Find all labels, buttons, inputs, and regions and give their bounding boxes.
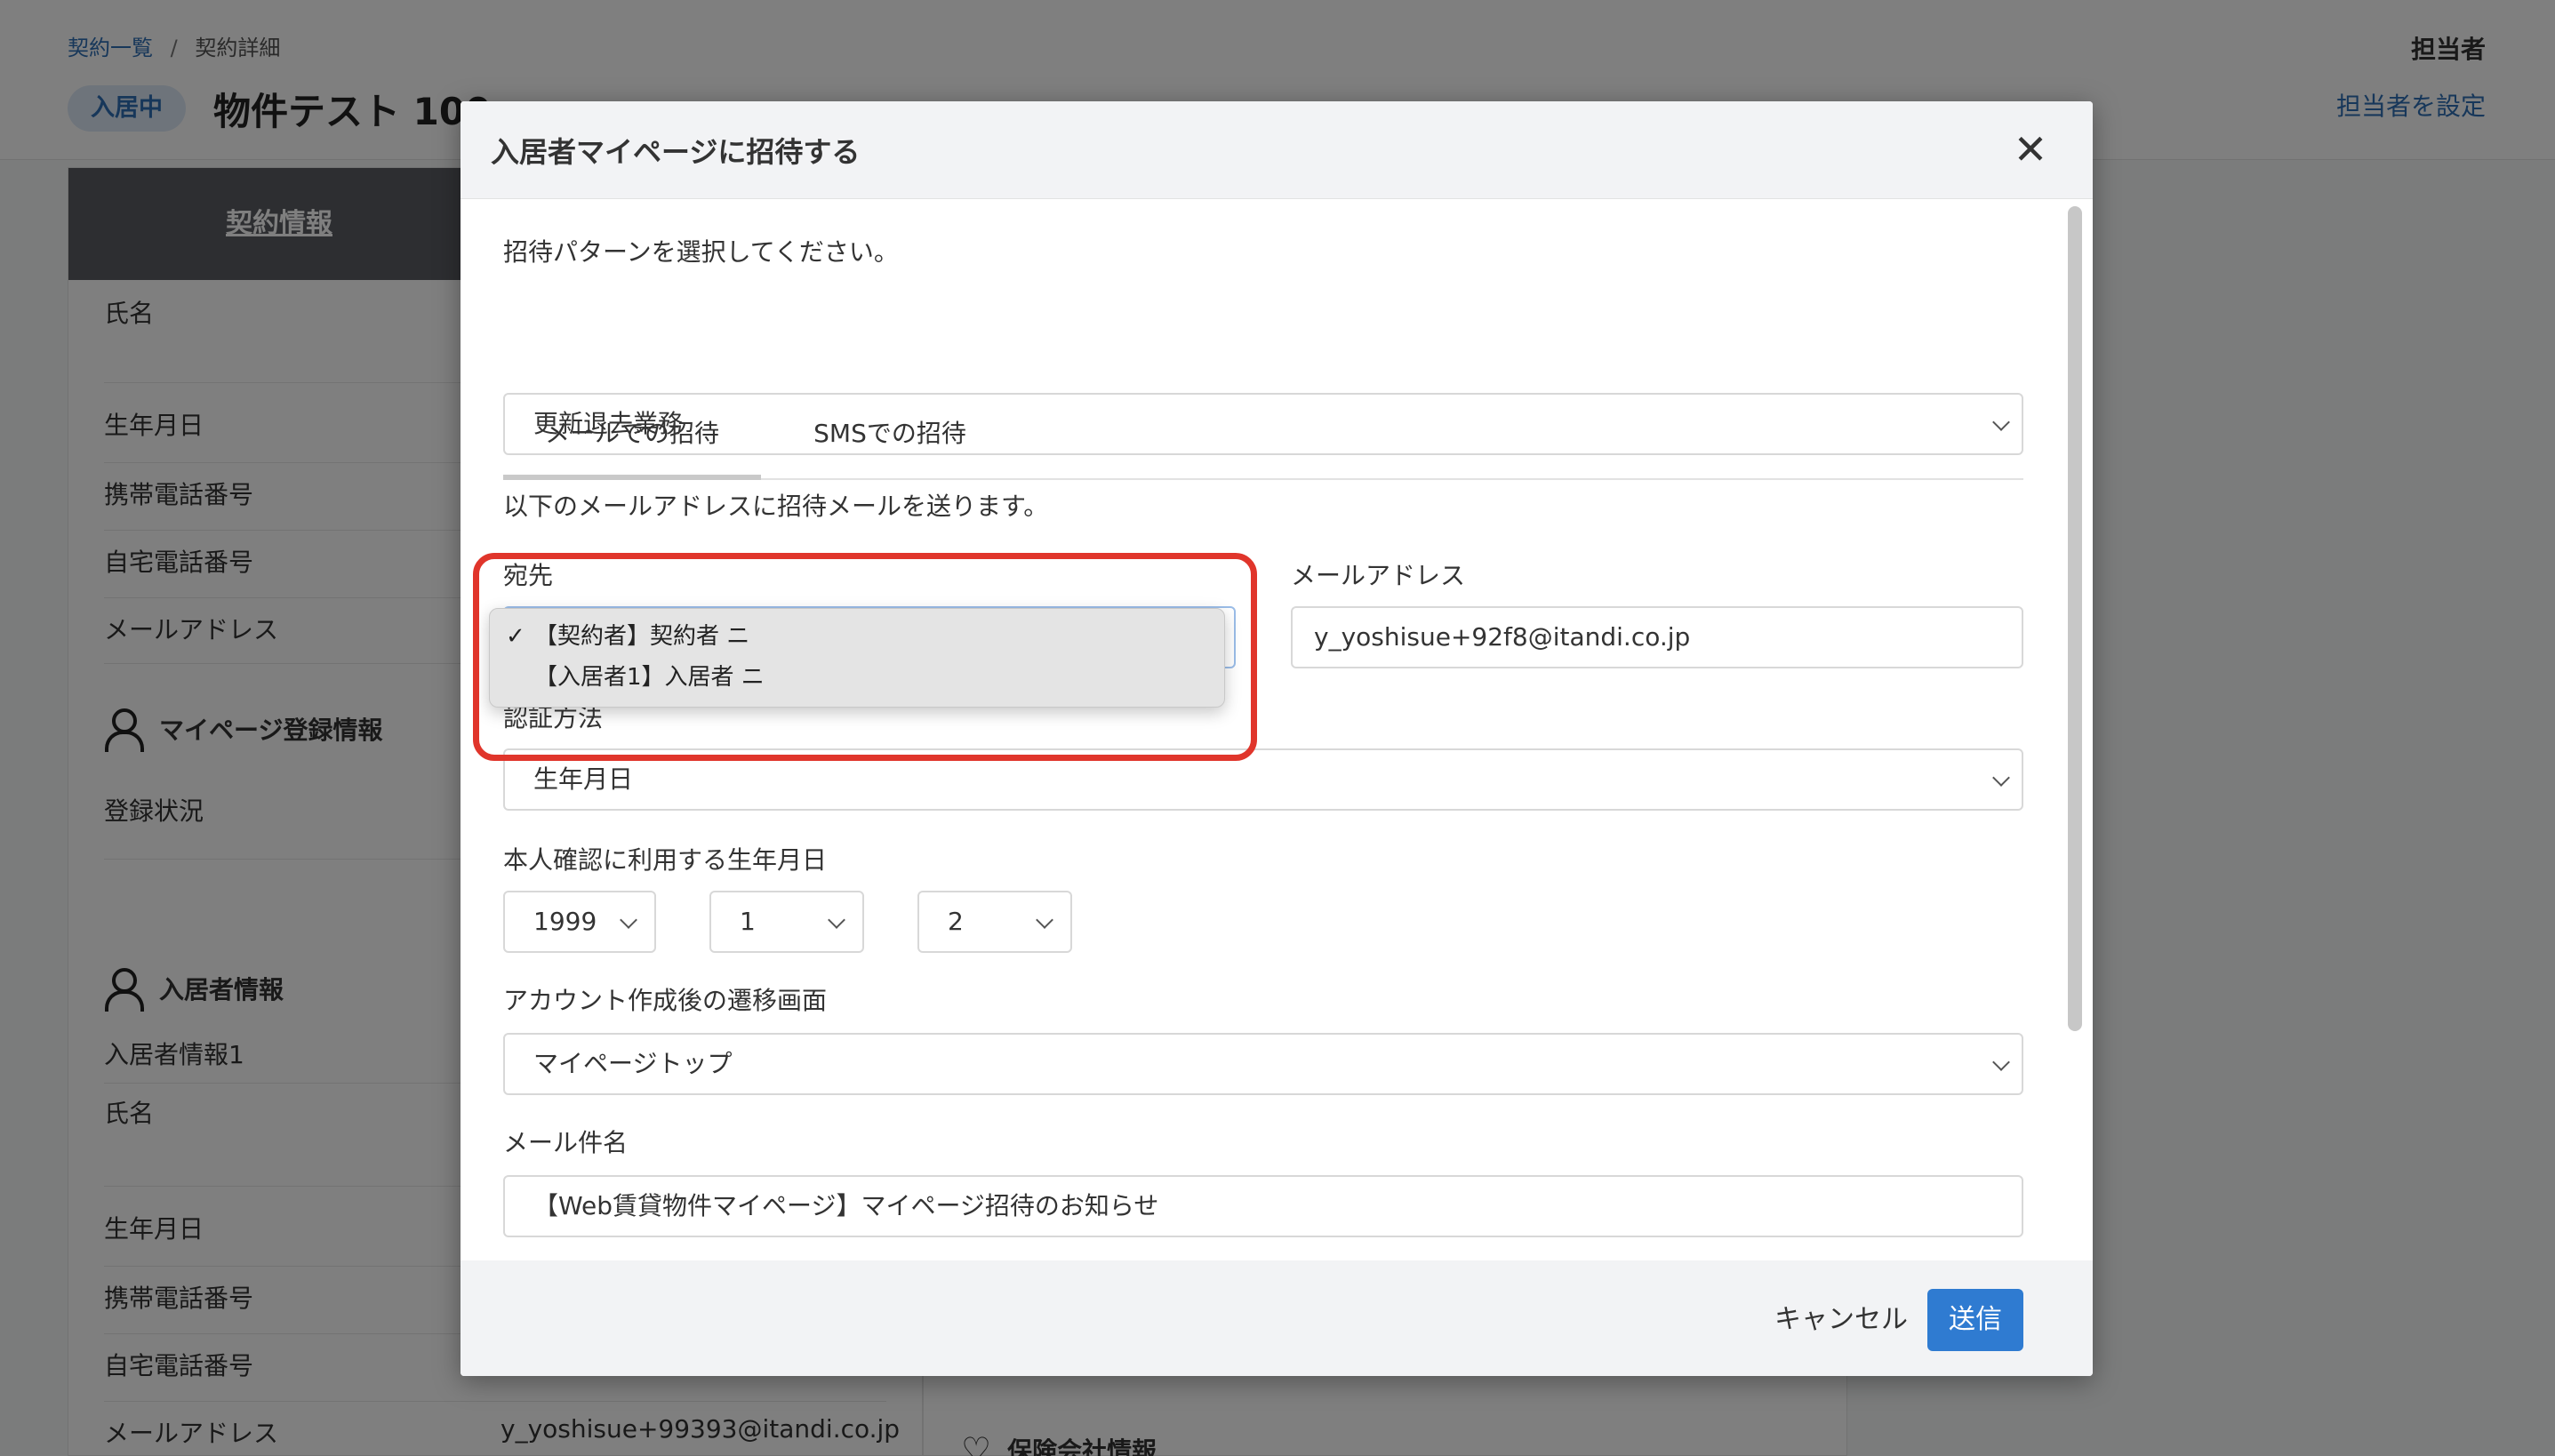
tab-sms-invite[interactable]: SMSでの招待 <box>761 396 1019 480</box>
subject-label: メール件名 <box>503 1128 629 1157</box>
invite-method-tabs: メールでの招待 SMSでの招待 <box>503 396 2023 480</box>
redirect-value: マイページトップ <box>533 1049 733 1078</box>
recipient-dropdown-menu: ✓ 【契約者】契約者 ニ 【入居者1】入居者 ニ <box>489 608 1225 708</box>
chevron-down-icon <box>1992 1053 2010 1071</box>
modal-scrollbar[interactable] <box>2068 206 2082 1031</box>
modal-header: 入居者マイページに招待する ✕ <box>461 101 2093 199</box>
auth-method-select[interactable]: 生年月日 <box>503 748 2023 811</box>
modal-title: 入居者マイページに招待する <box>491 135 861 169</box>
redirect-select[interactable]: マイページトップ <box>503 1033 2023 1095</box>
recipient-option-label: 【入居者1】入居者 ニ <box>534 664 765 691</box>
chevron-down-icon <box>1036 911 1053 929</box>
tab-email-invite[interactable]: メールでの招待 <box>503 396 761 480</box>
modal-footer: キャンセル 送信 <box>461 1260 2093 1376</box>
birth-day-value: 2 <box>948 907 964 936</box>
email-label: メールアドレス <box>1291 561 1466 590</box>
chevron-down-icon <box>620 911 637 929</box>
birth-year-value: 1999 <box>533 907 597 936</box>
birth-month-value: 1 <box>740 907 756 936</box>
recipient-option-contractor[interactable]: ✓ 【契約者】契約者 ニ <box>490 616 1224 657</box>
recipient-option-label: 【契約者】契約者 ニ <box>534 623 750 650</box>
auth-method-value: 生年月日 <box>533 764 634 794</box>
birth-day-select[interactable]: 2 <box>917 891 1072 953</box>
send-button[interactable]: 送信 <box>1927 1289 2023 1351</box>
invite-description: 以下のメールアドレスに招待メールを送ります。 <box>503 492 1049 521</box>
birth-month-select[interactable]: 1 <box>709 891 864 953</box>
close-icon[interactable]: ✕ <box>2006 124 2055 174</box>
subject-field[interactable]: 【Web賃貸物件マイページ】マイページ招待のお知らせ <box>503 1175 2023 1237</box>
chevron-down-icon <box>828 911 845 929</box>
recipient-label: 宛先 <box>503 561 554 590</box>
redirect-label: アカウント作成後の遷移画面 <box>503 986 828 1015</box>
chevron-down-icon <box>1992 769 2010 787</box>
recipient-option-resident[interactable]: 【入居者1】入居者 ニ <box>490 657 1224 698</box>
birthdate-label: 本人確認に利用する生年月日 <box>503 845 828 875</box>
birth-year-select[interactable]: 1999 <box>503 891 656 953</box>
email-field[interactable]: y_yoshisue+92f8@itandi.co.jp <box>1291 606 2023 668</box>
cancel-button[interactable]: キャンセル <box>1774 1289 1908 1351</box>
checkmark-icon: ✓ <box>506 623 525 650</box>
pattern-label: 招待パターンを選択してください。 <box>503 237 899 267</box>
invite-mypage-modal: 入居者マイページに招待する ✕ 招待パターンを選択してください。 更新退去業務 … <box>461 101 2093 1376</box>
